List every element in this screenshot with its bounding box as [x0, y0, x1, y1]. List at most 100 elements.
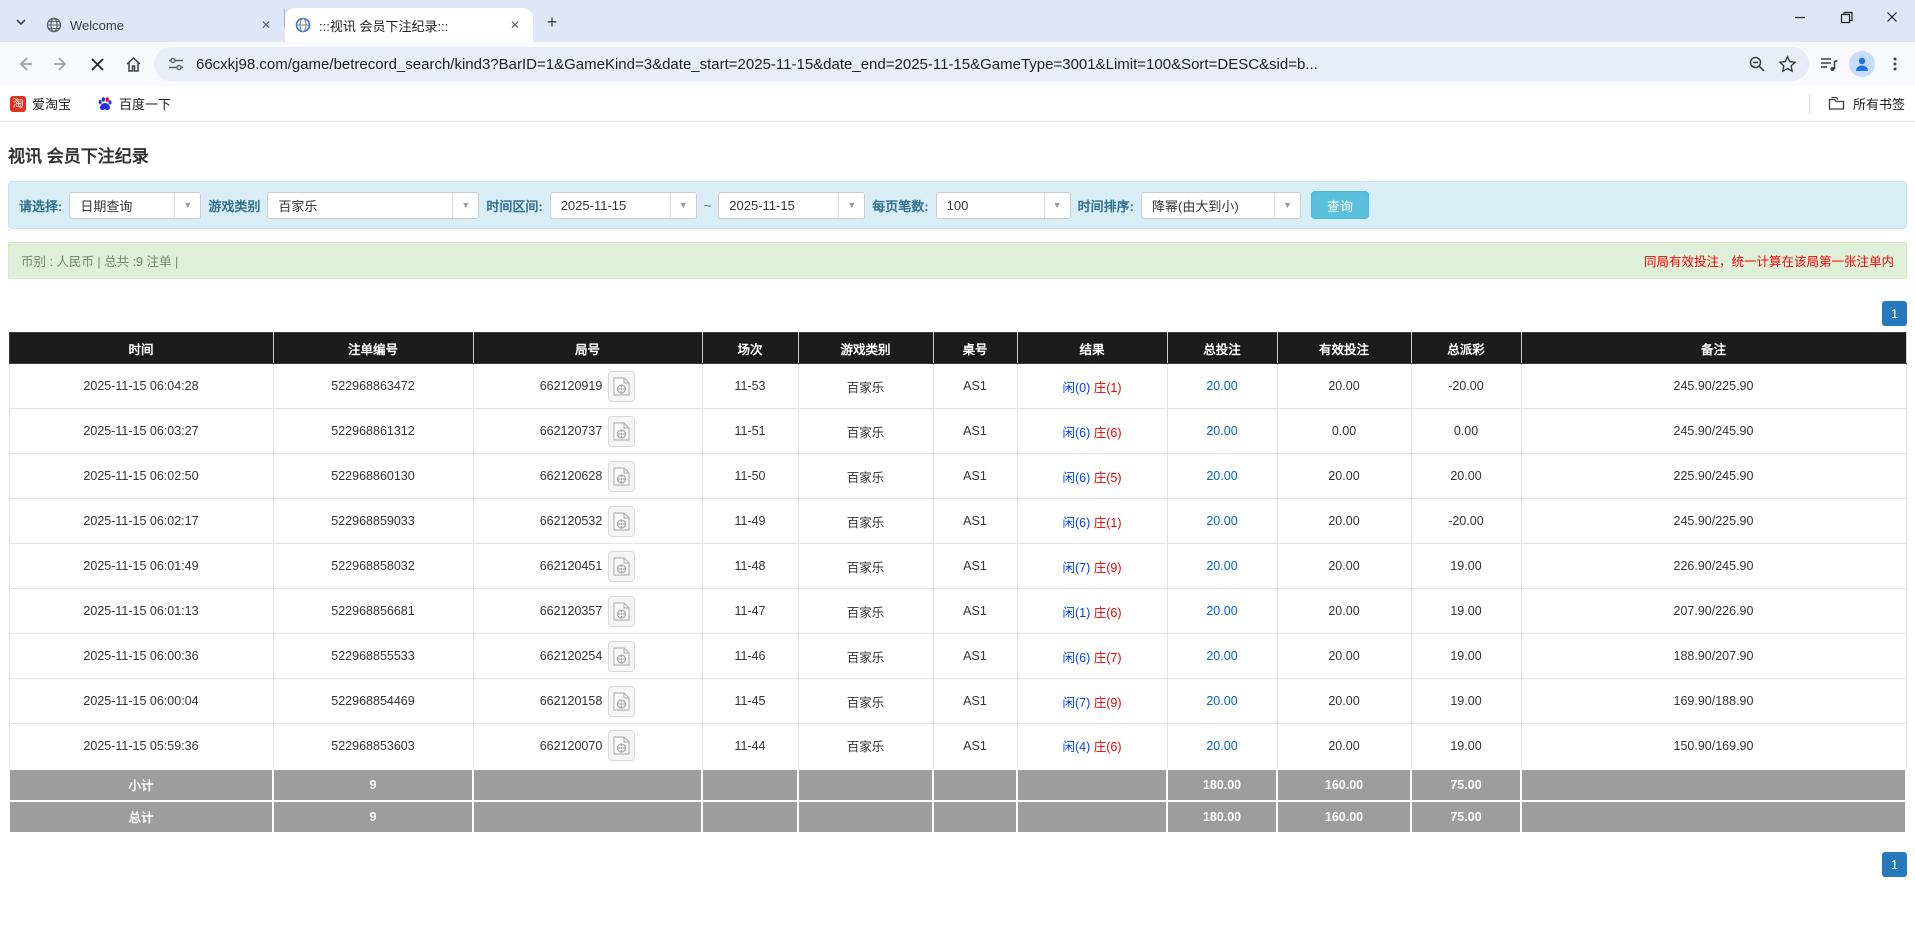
cell-table-no: AS1 [933, 499, 1017, 544]
cell-bet-id: 522968858032 [273, 544, 473, 589]
tab-bet-records[interactable]: :::视讯 会员下注纪录::: ✕ [285, 8, 533, 42]
cell-round-id: 662120737 [473, 409, 702, 454]
column-header: 游戏类别 [798, 333, 933, 364]
tab-search-button[interactable] [8, 9, 34, 35]
video-record-icon [613, 602, 630, 621]
cell-table-no: AS1 [933, 409, 1017, 454]
cell-total-bet: 20.00 [1167, 364, 1277, 409]
total-bet-link[interactable]: 20.00 [1206, 469, 1237, 483]
table-row: 2025-11-15 06:03:27522968861312662120737… [9, 409, 1906, 454]
total-bet-link[interactable]: 20.00 [1206, 559, 1237, 573]
pagination-bottom: 1 [8, 852, 1907, 877]
view-round-video-button[interactable] [608, 506, 635, 537]
valid-bet-notice: 同局有效投注，统一计算在该局第一张注单内 [1644, 251, 1894, 270]
subtotal-row-cell-1: 9 [273, 769, 473, 801]
site-settings-icon[interactable] [166, 54, 186, 74]
total-bet-link[interactable]: 20.00 [1206, 694, 1237, 708]
total-bet-link[interactable]: 20.00 [1206, 424, 1237, 438]
column-header: 场次 [702, 333, 798, 364]
cell-payout: -20.00 [1411, 364, 1521, 409]
back-button[interactable] [10, 49, 40, 79]
bookmark-label: 爱淘宝 [32, 94, 71, 113]
total-row-cell-2 [473, 801, 702, 833]
close-window-button[interactable] [1869, 0, 1915, 34]
cell-remark: 245.90/225.90 [1521, 364, 1906, 409]
stop-loading-button[interactable] [82, 49, 112, 79]
view-round-video-button[interactable] [608, 551, 635, 582]
forward-button[interactable] [46, 49, 76, 79]
subtotal-row-cell-0: 小计 [9, 769, 273, 801]
view-round-video-button[interactable] [608, 461, 635, 492]
browser-menu-icon[interactable] [1885, 54, 1905, 74]
per-page-select[interactable]: 100 ▼ [936, 192, 1071, 219]
result-player: 闲(1) [1062, 606, 1090, 620]
cell-round-id: 662120070 [473, 724, 702, 769]
total-row-cell-5 [933, 801, 1017, 833]
query-type-select[interactable]: 日期查询 ▼ [69, 192, 201, 219]
round-id-text: 662120357 [540, 604, 603, 618]
game-category-select[interactable]: 百家乐 ▼ [267, 192, 479, 219]
total-bet-link[interactable]: 20.00 [1206, 649, 1237, 663]
total-row-cell-6 [1017, 801, 1167, 833]
subtotal-row-cell-2 [473, 769, 702, 801]
url-text[interactable]: 66cxkj98.com/game/betrecord_search/kind3… [196, 56, 1737, 73]
total-row-cell-4 [798, 801, 933, 833]
total-bet-link[interactable]: 20.00 [1206, 514, 1237, 528]
tab-close-icon[interactable]: ✕ [258, 17, 274, 33]
round-id-text: 662120254 [540, 649, 603, 663]
view-round-video-button[interactable] [608, 641, 635, 672]
total-bet-link[interactable]: 20.00 [1206, 604, 1237, 618]
date-start-input[interactable]: 2025-11-15 ▼ [550, 192, 697, 219]
new-tab-button[interactable]: + [539, 9, 565, 35]
video-record-icon [613, 422, 630, 441]
cell-time: 2025-11-15 06:02:17 [9, 499, 273, 544]
person-icon [1853, 55, 1871, 73]
cell-valid-bet: 20.00 [1277, 724, 1411, 769]
bookmark-taobao[interactable]: 淘 爱淘宝 [10, 94, 71, 113]
sort-order-select[interactable]: 降幂(由大到小) ▼ [1141, 192, 1301, 219]
cell-result: 闲(6) 庄(5) [1017, 454, 1167, 499]
cell-remark: 188.90/207.90 [1521, 634, 1906, 679]
cell-round-id: 662120919 [473, 364, 702, 409]
bookmark-baidu[interactable]: 百度一下 [97, 94, 171, 113]
search-button[interactable]: 查询 [1311, 191, 1369, 219]
toolbar-right-cluster [1819, 51, 1905, 77]
view-round-video-button[interactable] [608, 596, 635, 627]
minimize-button[interactable] [1777, 0, 1823, 34]
page-1-button[interactable]: 1 [1882, 852, 1907, 877]
filter-bar: 请选择: 日期查询 ▼ 游戏类别 百家乐 ▼ 时间区间: 2025-11-15 … [8, 181, 1907, 229]
cell-payout: 19.00 [1411, 544, 1521, 589]
view-round-video-button[interactable] [608, 416, 635, 447]
tab-close-icon[interactable]: ✕ [507, 17, 523, 33]
table-row: 2025-11-15 05:59:36522968853603662120070… [9, 724, 1906, 769]
page-1-button[interactable]: 1 [1882, 301, 1907, 326]
cell-time: 2025-11-15 06:01:13 [9, 589, 273, 634]
maximize-button[interactable] [1823, 0, 1869, 34]
home-icon [124, 55, 143, 74]
url-bar[interactable]: 66cxkj98.com/game/betrecord_search/kind3… [154, 47, 1809, 81]
all-bookmarks-label: 所有书签 [1853, 94, 1905, 113]
pagination-top: 1 [8, 301, 1907, 326]
cell-round-id: 662120357 [473, 589, 702, 634]
view-round-video-button[interactable] [608, 371, 635, 402]
media-controls-icon[interactable] [1819, 54, 1839, 74]
minimize-icon [1794, 11, 1806, 23]
result-banker: 庄(6) [1090, 606, 1121, 620]
view-round-video-button[interactable] [608, 730, 635, 761]
home-button[interactable] [118, 49, 148, 79]
view-round-video-button[interactable] [608, 686, 635, 717]
result-player: 闲(7) [1062, 696, 1090, 710]
cell-bet-id: 522968860130 [273, 454, 473, 499]
total-bet-link[interactable]: 20.00 [1206, 739, 1237, 753]
date-end-input[interactable]: 2025-11-15 ▼ [718, 192, 865, 219]
tab-welcome[interactable]: Welcome ✕ [36, 8, 284, 42]
site-favicon-globe-icon [295, 17, 311, 33]
result-banker: 庄(1) [1090, 516, 1121, 530]
profile-avatar[interactable] [1849, 51, 1875, 77]
total-bet-link[interactable]: 20.00 [1206, 379, 1237, 393]
subtotal-row-cell-4 [798, 769, 933, 801]
zoom-icon[interactable] [1747, 54, 1767, 74]
bookmark-star-icon[interactable] [1777, 54, 1797, 74]
all-bookmarks[interactable]: 所有书签 [1809, 94, 1905, 114]
cell-remark: 226.90/245.90 [1521, 544, 1906, 589]
